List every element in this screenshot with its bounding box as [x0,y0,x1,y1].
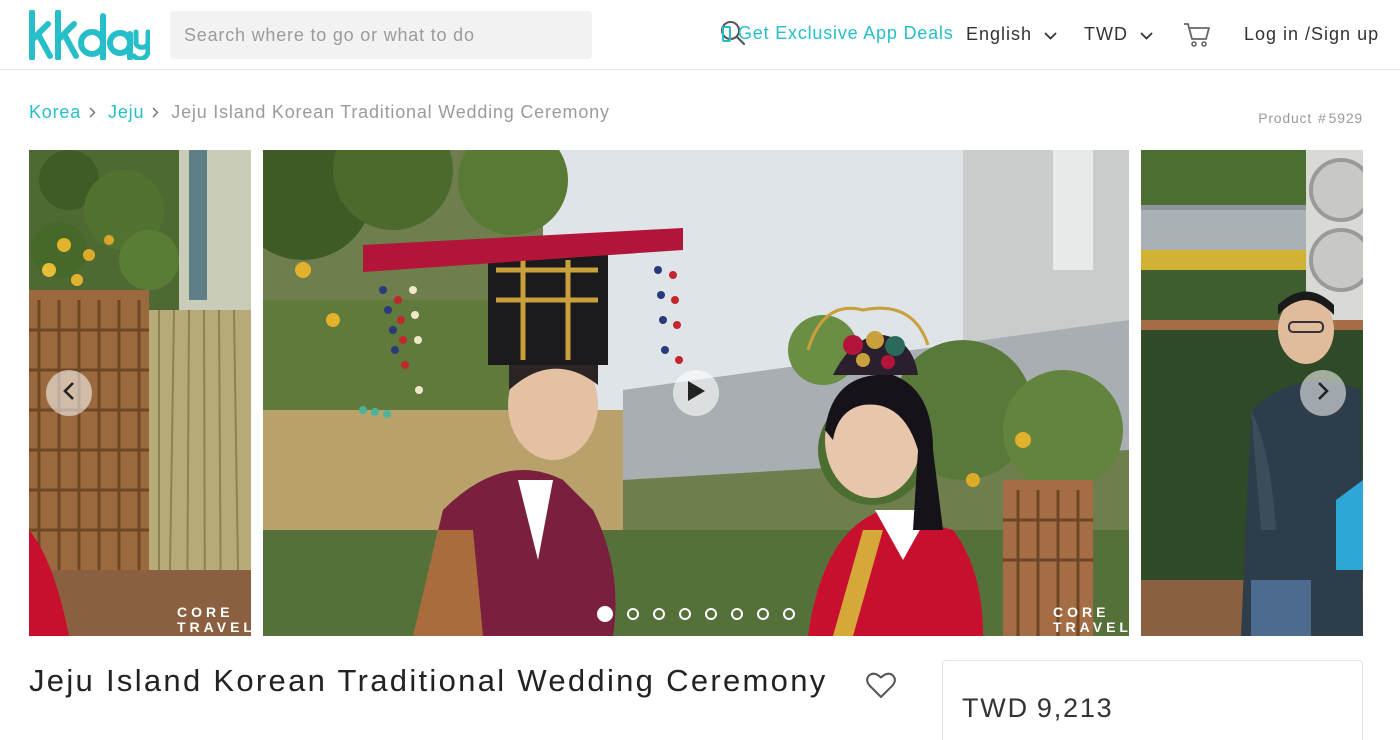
watermark-line1: CORE [1053,604,1110,620]
chevron-right-icon [89,107,96,118]
currency-label: TWD [1084,24,1128,44]
gallery-dot-6[interactable] [731,608,743,620]
gallery-dot-8[interactable] [783,608,795,620]
play-icon [686,380,706,407]
product-id-label: Product [1258,110,1313,126]
gallery-dot-7[interactable] [757,608,769,620]
chevron-right-icon [152,107,159,118]
currency-selector[interactable]: TWD [1084,24,1153,45]
gallery-pagination [597,606,809,622]
price-currency: TWD [962,693,1029,723]
chevron-down-icon [1044,24,1057,45]
product-id-hash: # [1318,110,1327,126]
app-deals-link[interactable]: Get Exclusive App Deals [722,23,954,44]
watermark-line2: TRAVEL [177,619,256,635]
chevron-down-icon [1140,24,1153,45]
breadcrumb-current: Jeju Island Korean Traditional Wedding C… [171,102,610,122]
price-panel: TWD 9,213 [942,660,1363,740]
search-bar[interactable] [170,11,746,59]
breadcrumb: Korea Jeju Jeju Island Korean Traditiona… [29,102,610,123]
gallery-dot-4[interactable] [679,608,691,620]
chevron-left-icon [62,381,76,406]
watermark-line1: CORE [177,604,234,620]
gallery-watermark: CORE TRAVEL [1053,605,1129,635]
kkday-logo[interactable] [28,10,150,60]
app-deals-label: Get Exclusive App Deals [738,23,954,43]
chevron-right-icon [1316,381,1330,406]
cart-icon[interactable] [1183,22,1211,53]
breadcrumb-link-jeju[interactable]: Jeju [108,102,144,123]
price-amount: 9,213 [1036,693,1114,723]
watermark-line2: TRAVEL [1053,619,1129,635]
language-label: English [966,24,1033,44]
gallery-dot-3[interactable] [653,608,665,620]
wishlist-heart-icon[interactable] [866,671,896,704]
photo-gallery[interactable]: CORE TRAVEL CORE TRAVEL [29,150,1363,636]
product-id-value: 5929 [1328,110,1363,126]
gallery-prev-button[interactable] [46,370,92,416]
gallery-watermark-previous: CORE TRAVEL [177,605,256,635]
video-play-button[interactable] [673,370,719,416]
breadcrumb-link-korea[interactable]: Korea [29,102,81,123]
product-id: Product #5929 [1258,110,1363,126]
gallery-dot-1[interactable] [597,606,613,622]
search-input[interactable] [170,11,540,59]
mobile-phone-icon [722,25,731,42]
gallery-dot-5[interactable] [705,608,717,620]
language-selector[interactable]: English [966,24,1057,45]
gallery-dot-2[interactable] [627,608,639,620]
login-signup-link[interactable]: Log in /Sign up [1244,24,1379,45]
gallery-next-button[interactable] [1300,370,1346,416]
product-price: TWD 9,213 [962,693,1113,724]
site-header: Get Exclusive App Deals English TWD Log … [0,0,1400,70]
product-title: Jeju Island Korean Traditional Wedding C… [29,663,828,698]
